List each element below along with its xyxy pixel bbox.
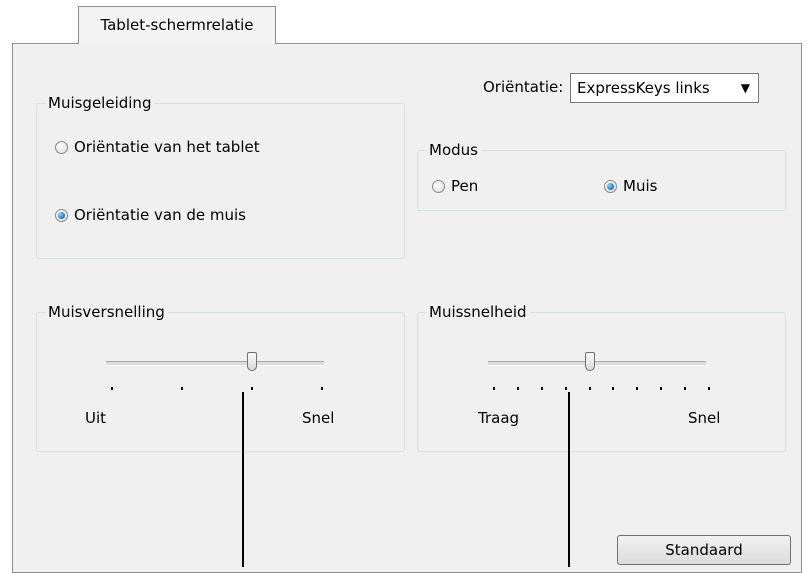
mode-title: Modus [426, 140, 481, 160]
radio-selected-icon [604, 179, 617, 193]
slider-thumb[interactable] [247, 352, 257, 371]
callout-line-acceleration [242, 392, 244, 567]
radio-mouse-orientation[interactable]: Oriëntatie van de muis [55, 206, 246, 224]
slider-tick [684, 387, 687, 390]
slider-tick [493, 387, 495, 390]
dropdown-arrow-icon: ▼ [740, 81, 750, 95]
radio-unselected-icon [55, 140, 68, 154]
slider-tick [251, 387, 253, 390]
mouse-guidance-group: Muisgeleiding Oriëntatie van het tablet … [36, 93, 405, 259]
slider-tick [588, 387, 591, 390]
radio-label: Pen [451, 177, 479, 195]
callout-line-speed [568, 392, 570, 567]
slider-tick [321, 387, 323, 390]
mouse-speed-slider[interactable] [418, 313, 785, 451]
speed-max-label: Snel [688, 409, 721, 427]
orientation-label: Oriëntatie: [483, 78, 564, 96]
mouse-guidance-title: Muisgeleiding [45, 93, 155, 113]
slider-tick [181, 387, 183, 390]
slider-tick [111, 387, 113, 390]
radio-mouse[interactable]: Muis [604, 177, 657, 195]
slider-tick [540, 387, 543, 390]
slider-track[interactable] [488, 361, 706, 366]
slider-tick [564, 387, 567, 390]
slider-track[interactable] [106, 361, 324, 366]
mode-group: Modus Pen Muis [417, 140, 786, 211]
settings-panel: Oriëntatie: ExpressKeys links ▼ Muisgele… [12, 43, 802, 573]
radio-tablet-orientation[interactable]: Oriëntatie van het tablet [55, 138, 260, 156]
default-button[interactable]: Standaard [617, 535, 791, 565]
radio-unselected-icon [432, 179, 445, 193]
slider-thumb[interactable] [584, 352, 595, 371]
acceleration-min-label: Uit [85, 409, 107, 427]
slider-tick [636, 387, 639, 390]
orientation-selected-value: ExpressKeys links [577, 79, 710, 97]
radio-label: Oriëntatie van het tablet [74, 138, 260, 156]
slider-tick [708, 387, 710, 390]
slider-tick [612, 387, 615, 390]
slider-tick [660, 387, 663, 390]
radio-selected-icon [55, 208, 68, 222]
acceleration-max-label: Snel [302, 409, 335, 427]
tab-tablet-screen-relation[interactable]: Tablet-schermrelatie [78, 6, 276, 44]
orientation-select[interactable]: ExpressKeys links ▼ [570, 73, 759, 103]
radio-label: Oriëntatie van de muis [74, 206, 246, 224]
radio-label: Muis [623, 177, 658, 195]
mouse-speed-group: Muissnelheid Traag Snel [417, 302, 786, 452]
radio-pen[interactable]: Pen [432, 177, 478, 195]
mouse-acceleration-group: Muisversnelling Uit Snel [36, 302, 405, 452]
mouse-acceleration-slider[interactable] [37, 313, 404, 451]
speed-min-label: Traag [478, 409, 520, 427]
slider-tick [516, 387, 519, 390]
